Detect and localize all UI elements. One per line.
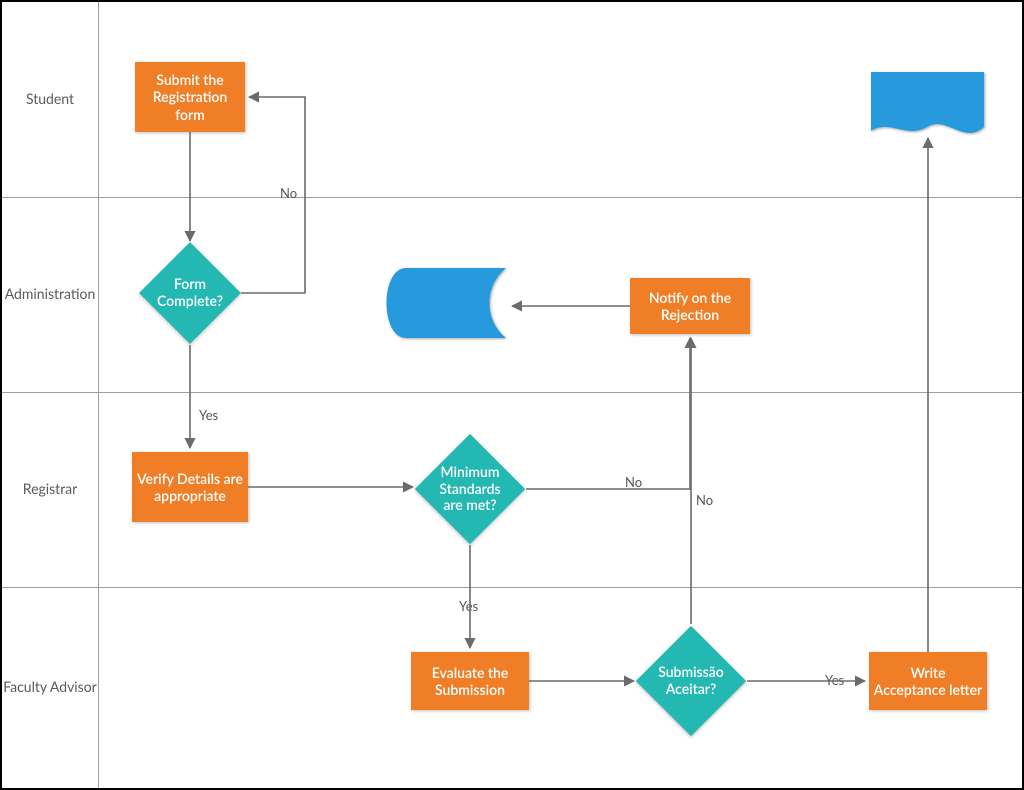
lane-divider [2,392,1022,393]
process-evaluate-submission: Evaluate the Submission [411,652,529,710]
edge-label-no: No [625,474,642,490]
edge-label-no: No [280,185,297,201]
edge-label-no: No [696,492,713,508]
lane-label-student: Student [2,2,98,197]
edge-label-yes: Yes [199,407,218,423]
lane-divider [2,587,1022,588]
lane-label-administration: Administration [2,197,98,392]
process-notify-rejection: Notify on the Rejection [630,278,750,334]
doc-label: Student Personal File [393,272,506,334]
decision-label: Minimum Standards are met? [431,464,509,514]
process-submit-registration: Submit the Registration form [135,62,245,132]
edge-label-yes: Yes [825,672,844,688]
process-verify-details: Verify Details are appropriate [132,452,248,522]
process-write-acceptance: Write Acceptance letter [869,652,987,710]
lane-label-registrar: Registrar [2,392,98,587]
lane-divider [2,197,1022,198]
decision-label: Submissão Aceitar? [652,664,730,698]
decision-label: Form Complete? [154,276,226,310]
decision-submission-accept: Submissão Aceitar? [652,642,730,720]
doc-label: Acceptance Letter [871,72,984,132]
lane-header-divider [98,2,99,788]
decision-form-complete: Form Complete? [154,257,226,329]
swimlane-flowchart: Student Administration Registrar Faculty… [0,0,1024,790]
edge-label-yes: Yes [459,598,478,614]
document-acceptance-letter: Acceptance Letter [871,72,984,132]
document-student-personal-file: Student Personal File [393,272,506,334]
lane-label-faculty: Faculty Advisor [2,587,98,788]
decision-minimum-standards: Minimum Standards are met? [431,450,509,528]
